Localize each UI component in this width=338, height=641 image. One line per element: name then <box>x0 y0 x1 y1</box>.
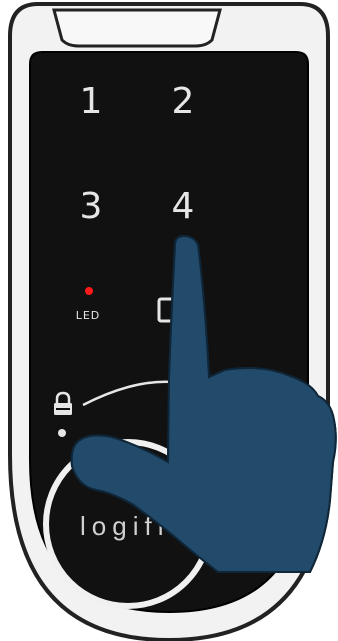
key-2[interactable]: 2 <box>163 84 203 120</box>
brand-logo-text: logifl <box>80 511 170 541</box>
device-top-tab <box>52 8 222 48</box>
status-dot <box>58 429 66 437</box>
led-label: LED <box>75 309 101 322</box>
keypad-lock-illustration: 1 2 3 4 LED logifl <box>0 0 338 641</box>
key-1[interactable]: 1 <box>71 84 111 120</box>
key-4[interactable]: 4 <box>163 189 203 225</box>
key-3[interactable]: 3 <box>71 189 111 225</box>
led-indicator <box>85 287 93 295</box>
